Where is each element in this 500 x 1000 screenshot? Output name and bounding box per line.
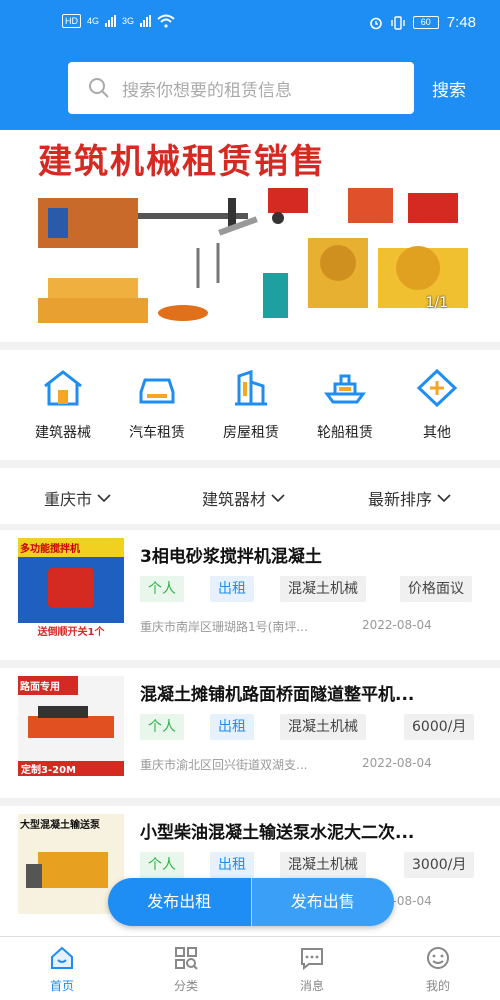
city-filter-label: 重庆市 <box>44 490 93 509</box>
ship-icon <box>324 374 366 404</box>
publish-bar: 发布出租 发布出售 <box>108 878 394 926</box>
publish-rent-button[interactable]: 发布出租 <box>108 878 251 926</box>
listing-date: 2022-08-04 <box>362 756 432 770</box>
thumbnail-caption: 多功能搅拌机 <box>18 538 124 557</box>
listing-address: 重庆市渝北区回兴街道双湖支... <box>140 758 308 772</box>
tag-price: 6000/月 <box>404 714 475 740</box>
city-filter[interactable]: 重庆市 <box>44 486 112 510</box>
tab-mine[interactable]: 我的 <box>398 945 478 994</box>
vibrate-icon <box>391 15 405 30</box>
category-filter[interactable]: 建筑器材 <box>202 486 286 510</box>
signal-4g: 4G <box>87 16 100 26</box>
battery-icon: 60 <box>412 16 439 29</box>
filter-bar: 重庆市 建筑器材 最新排序 <box>0 468 500 524</box>
alarm-icon <box>369 17 382 29</box>
listing-thumbnail: 路面专用 定制3-20M <box>18 676 124 776</box>
tab-home[interactable]: 首页 <box>22 945 102 994</box>
category-label: 其他 <box>423 425 451 441</box>
banner[interactable]: 建筑机械租赁销售 1/1 <box>0 130 500 342</box>
thumbnail-caption: 路面专用 <box>18 676 78 695</box>
listing-thumbnail: 多功能搅拌机 送倒顺开关1个 <box>18 538 124 638</box>
machinery-illustration <box>38 188 468 323</box>
listing-title: 小型柴油混凝土输送泵水泥大二次... <box>140 823 415 843</box>
category-label: 建筑器械 <box>35 425 91 441</box>
chevron-down-icon <box>437 494 451 503</box>
category-item[interactable]: 房屋租赁 <box>206 368 296 442</box>
hd-indicator: HD <box>62 14 81 28</box>
category-item[interactable]: 汽车租赁 <box>112 368 202 442</box>
search-button[interactable]: 搜索 <box>432 76 466 101</box>
tag-owner-type: 个人 <box>140 852 184 878</box>
search-icon <box>89 78 109 98</box>
search-placeholder: 搜索你想要的租赁信息 <box>122 80 292 101</box>
thumbnail-caption: 大型混凝土输送泵 <box>20 820 100 831</box>
category-label: 房屋租赁 <box>223 425 279 441</box>
bottom-tab-bar: 首页 分类 消息 我的 <box>0 936 500 1000</box>
status-bar: HD 4G 3G 60 7:48 <box>0 0 500 50</box>
tab-category[interactable]: 分类 <box>146 945 226 994</box>
tag-deal-type: 出租 <box>210 714 254 740</box>
clock: 7:48 <box>446 14 476 31</box>
listing-title: 3相电砂浆搅拌机混凝土 <box>140 547 322 567</box>
tag-category: 混凝土机械 <box>280 576 366 602</box>
tag-deal-type: 出租 <box>210 576 254 602</box>
banner-page-counter: 1/1 <box>425 295 448 311</box>
banner-image: 建筑机械租赁销售 1/1 <box>18 130 484 332</box>
tag-owner-type: 个人 <box>140 576 184 602</box>
thumbnail-footer: 定制3-20M <box>18 761 124 776</box>
building-icon <box>235 369 267 406</box>
tag-price: 价格面议 <box>400 576 472 602</box>
category-item[interactable]: 轮船租赁 <box>300 368 390 442</box>
top-header: HD 4G 3G 60 7:48 搜索你想要的租赁信息 搜索 <box>0 0 500 130</box>
category-label: 汽车租赁 <box>129 425 185 441</box>
tab-label: 分类 <box>173 979 198 993</box>
grid-search-icon <box>175 947 198 970</box>
tab-messages[interactable]: 消息 <box>272 945 352 994</box>
category-grid: 建筑器械 汽车租赁 房屋租赁 轮船租赁 其他 <box>0 350 500 460</box>
sort-filter-label: 最新排序 <box>368 490 433 509</box>
listing-address: 重庆市南岸区珊瑚路1号(南坪... <box>140 620 308 634</box>
tag-category: 混凝土机械 <box>280 852 366 878</box>
house-icon <box>44 370 82 406</box>
list-item[interactable]: 多功能搅拌机 送倒顺开关1个 3相电砂浆搅拌机混凝土 个人 出租 混凝土机械 价… <box>0 530 500 660</box>
tag-category: 混凝土机械 <box>280 714 366 740</box>
tab-label: 首页 <box>49 979 74 993</box>
thumbnail-footer: 送倒顺开关1个 <box>18 623 124 638</box>
signal-bars-icon-2 <box>140 15 152 27</box>
search-input[interactable]: 搜索你想要的租赁信息 <box>68 62 414 114</box>
category-label: 轮船租赁 <box>317 425 373 441</box>
chevron-down-icon <box>271 494 285 503</box>
chevron-down-icon <box>97 494 111 503</box>
list-item[interactable]: 路面专用 定制3-20M 混凝土摊铺机路面桥面隧道整平机... 个人 出租 混凝… <box>0 668 500 798</box>
category-item[interactable]: 其他 <box>392 368 482 442</box>
signal-3g: 3G <box>122 16 135 26</box>
signal-bars-icon <box>105 15 117 27</box>
tab-label: 我的 <box>425 979 450 993</box>
wifi-icon <box>157 14 175 28</box>
tag-owner-type: 个人 <box>140 714 184 740</box>
category-item[interactable]: 建筑器械 <box>18 368 108 442</box>
tab-label: 消息 <box>299 979 324 993</box>
chat-icon <box>301 948 323 971</box>
tag-deal-type: 出租 <box>210 852 254 878</box>
smile-icon <box>427 947 449 969</box>
banner-title: 建筑机械租赁销售 <box>38 142 326 182</box>
category-filter-label: 建筑器材 <box>202 490 267 509</box>
listing-title: 混凝土摊铺机路面桥面隧道整平机... <box>140 685 415 705</box>
tag-price: 3000/月 <box>404 852 475 878</box>
plus-diamond-icon <box>416 368 458 408</box>
home-icon <box>51 946 73 969</box>
listing-date: 2022-08-04 <box>362 618 432 632</box>
sort-filter[interactable]: 最新排序 <box>368 486 452 510</box>
car-icon <box>139 378 175 404</box>
publish-sale-button[interactable]: 发布出售 <box>250 878 394 926</box>
